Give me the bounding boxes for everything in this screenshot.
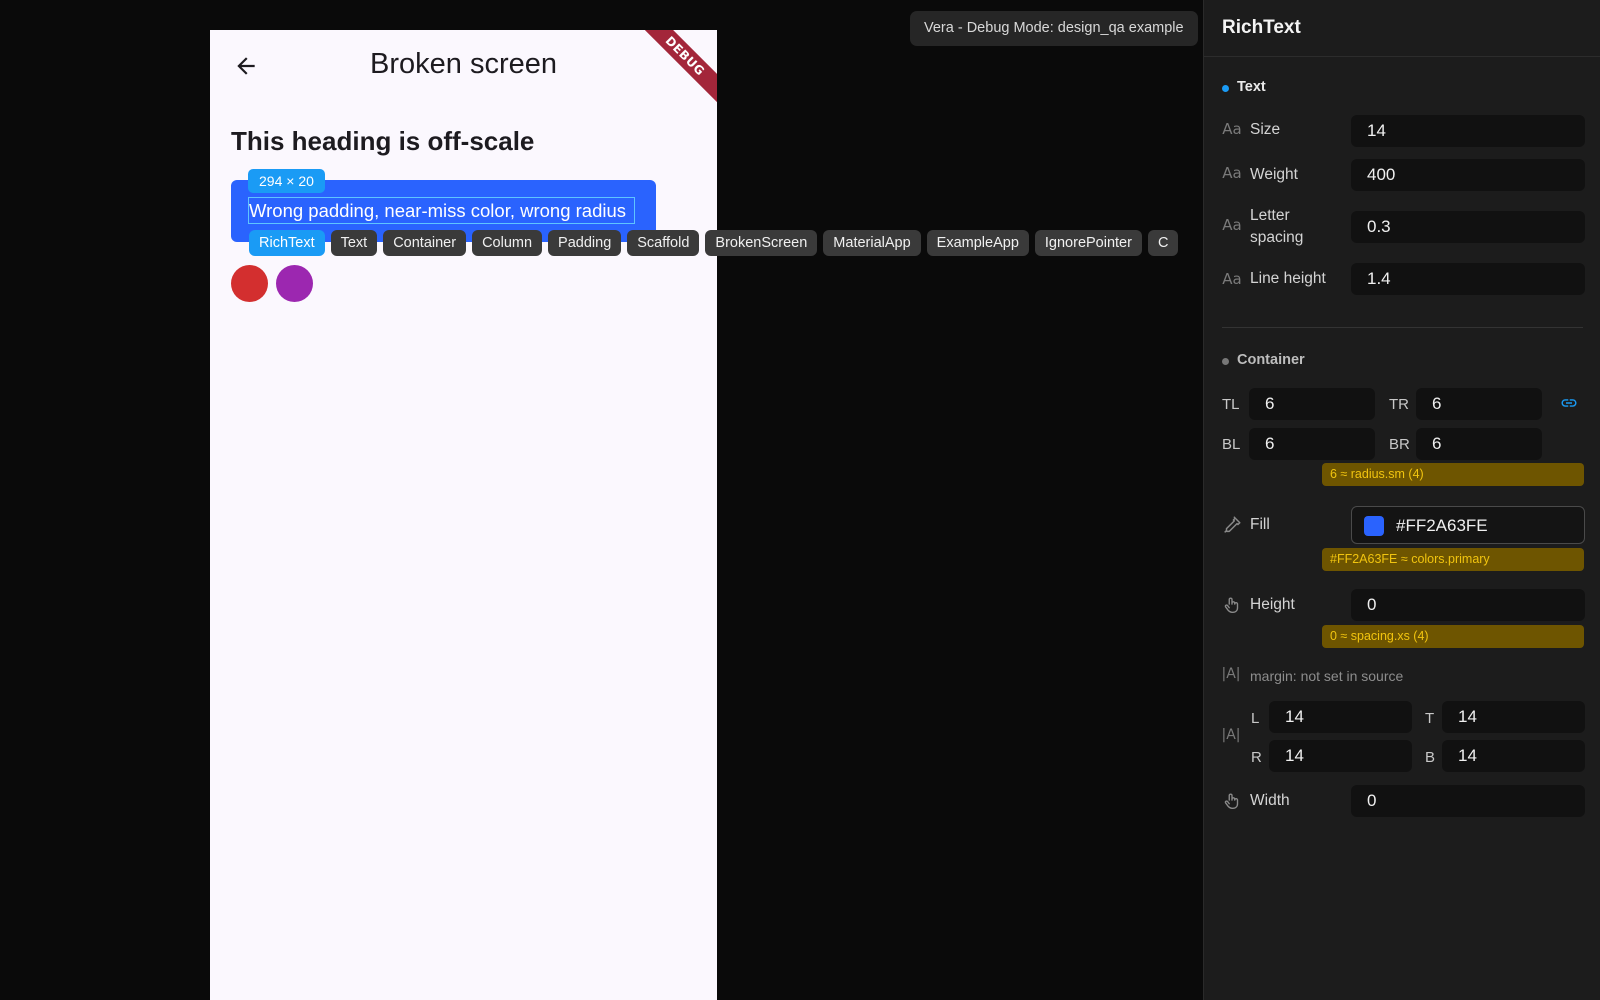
size-field[interactable]: 14 xyxy=(1351,115,1585,147)
rich-text[interactable]: Wrong padding, near-miss color, wrong ra… xyxy=(249,198,626,224)
inspector-panel: RichText Text Aa Size 14 Aa Weight 400 A… xyxy=(1203,0,1600,1000)
b-label: B xyxy=(1425,749,1436,766)
margin-note: margin: not set in source xyxy=(1250,668,1404,684)
purple-circle xyxy=(276,265,313,302)
weight-field[interactable]: 400 xyxy=(1351,159,1585,191)
height-field[interactable]: 0 xyxy=(1351,589,1585,621)
l-label: L xyxy=(1251,710,1260,727)
app-bar: Broken screen xyxy=(210,30,717,102)
container-section-label: Container xyxy=(1237,352,1305,368)
radius-tl-field[interactable]: 6 xyxy=(1249,388,1375,420)
inspector-title: RichText xyxy=(1222,17,1301,38)
margin-t-field[interactable]: 14 xyxy=(1442,701,1585,733)
widget-breadcrumb: RichText Text Container Column Padding S… xyxy=(249,230,1204,256)
width-label: Width xyxy=(1250,792,1290,809)
fill-token-hint[interactable]: #FF2A63FE ≈ colors.primary xyxy=(1322,548,1584,571)
t-label: T xyxy=(1425,710,1435,727)
text-section-label: Text xyxy=(1237,79,1266,95)
radius-token-hint[interactable]: 6 ≈ radius.sm (4) xyxy=(1322,463,1584,486)
tr-label: TR xyxy=(1389,396,1409,413)
eyedropper-icon[interactable] xyxy=(1221,514,1243,536)
tl-label: TL xyxy=(1222,396,1240,413)
divider xyxy=(1204,56,1600,57)
font-weight-icon: Aa xyxy=(1222,164,1242,182)
letter-spacing-icon: Aa xyxy=(1222,216,1242,234)
chip-richtext[interactable]: RichText xyxy=(249,230,325,256)
red-circle xyxy=(231,265,268,302)
off-scale-heading: This heading is off-scale xyxy=(231,126,535,156)
line-height-label: Line height xyxy=(1250,270,1326,287)
r-label: R xyxy=(1251,749,1262,766)
radius-bl-field[interactable]: 6 xyxy=(1249,428,1375,460)
debug-mode-toast: Vera - Debug Mode: design_qa example xyxy=(910,11,1198,46)
touch-height-icon xyxy=(1221,594,1243,616)
width-field[interactable]: 0 xyxy=(1351,785,1585,817)
height-label: Height xyxy=(1250,596,1295,613)
chip-container[interactable]: Container xyxy=(383,230,467,256)
color-swatch[interactable] xyxy=(1364,516,1384,536)
chip-ignorepointer[interactable]: IgnorePointer xyxy=(1034,230,1142,256)
radius-br-field[interactable]: 6 xyxy=(1416,428,1542,460)
line-height-icon: Aa xyxy=(1222,270,1242,288)
app-preview: Broken screen DEBUG This heading is off-… xyxy=(210,30,717,1000)
chip-column[interactable]: Column xyxy=(472,230,543,256)
chip-materialapp[interactable]: MaterialApp xyxy=(823,230,921,256)
section-dot xyxy=(1222,358,1229,365)
margin-b-field[interactable]: 14 xyxy=(1442,740,1585,772)
size-badge: 294 × 20 xyxy=(248,169,325,193)
chip-exampleapp[interactable]: ExampleApp xyxy=(926,230,1029,256)
chip-scaffold[interactable]: Scaffold xyxy=(627,230,700,256)
radius-tr-field[interactable]: 6 xyxy=(1416,388,1542,420)
letter-spacing-field[interactable]: 0.3 xyxy=(1351,211,1585,243)
touch-width-icon xyxy=(1221,790,1243,812)
page-title: Broken screen xyxy=(370,48,557,80)
font-size-icon: Aa xyxy=(1222,120,1242,138)
chip-truncated[interactable]: C xyxy=(1147,230,1179,256)
section-separator xyxy=(1222,327,1583,328)
chip-brokenscreen[interactable]: BrokenScreen xyxy=(705,230,818,256)
margin-l-field[interactable]: 14 xyxy=(1269,701,1412,733)
letter-spacing-label: Letter spacing xyxy=(1250,207,1304,246)
line-height-field[interactable]: 1.4 xyxy=(1351,263,1585,295)
link-icon[interactable] xyxy=(1558,394,1580,412)
margin-icon: |A| xyxy=(1221,666,1241,682)
weight-label: Weight xyxy=(1250,166,1298,183)
chip-padding[interactable]: Padding xyxy=(548,230,622,256)
bl-label: BL xyxy=(1222,436,1241,453)
margin-r-field[interactable]: 14 xyxy=(1269,740,1412,772)
section-dot xyxy=(1222,85,1229,92)
chip-text[interactable]: Text xyxy=(330,230,378,256)
fill-value: #FF2A63FE xyxy=(1396,516,1488,535)
size-label: Size xyxy=(1250,121,1281,138)
margin-icon-2: |A| xyxy=(1221,727,1241,743)
fill-field[interactable]: #FF2A63FE xyxy=(1351,506,1585,544)
fill-label: Fill xyxy=(1250,516,1270,533)
height-token-hint[interactable]: 0 ≈ spacing.xs (4) xyxy=(1322,625,1584,648)
br-label: BR xyxy=(1389,436,1410,453)
